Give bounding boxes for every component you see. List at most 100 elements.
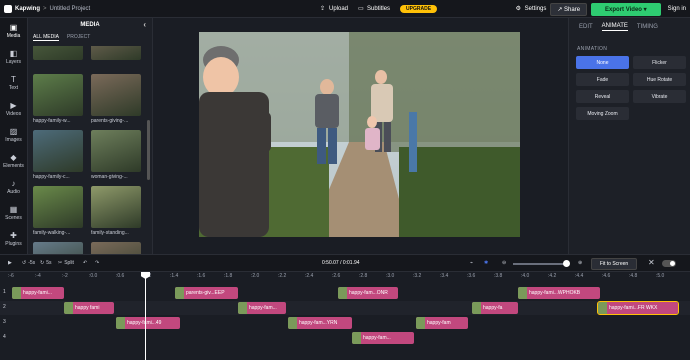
layers-icon: ◧ [9, 48, 18, 58]
media-grid: happy-family-w... parents-giving-... happy… [33, 46, 143, 260]
clip-thumbnail [288, 317, 297, 329]
animation-fade-button[interactable]: Fade [576, 73, 629, 86]
timeline-clip[interactable]: parents-giv...EEP [175, 287, 238, 299]
undo-icon[interactable]: ↶ [83, 260, 87, 266]
magnet-icon[interactable]: ✱ [484, 260, 488, 266]
timeline-clip[interactable]: happy fami [64, 302, 114, 314]
ruler-tick: :4.0 [521, 273, 530, 279]
rail-item-scenes[interactable]: ▦ Scenes [0, 200, 27, 226]
clip-label: happy fami [75, 305, 100, 311]
timeline-track: 3 happy-fami...49 happy-fam...YRN happy-fam [0, 316, 690, 330]
tab-timing[interactable]: TIMING [637, 24, 658, 30]
timeline-clip[interactable]: happy-fami...WPHOKB [518, 287, 600, 299]
brand-name[interactable]: Kapwing [15, 6, 40, 12]
timeline-clip[interactable]: happy-fam...YRN [288, 317, 352, 329]
ruler-tick: :2.8 [359, 273, 368, 279]
rail-item-text[interactable]: T Text [0, 70, 27, 96]
animation-flicker-button[interactable]: Flicker [633, 56, 686, 69]
media-thumbnail[interactable] [33, 46, 83, 62]
timeline-clip[interactable]: happy-fam [416, 317, 468, 329]
video-preview[interactable] [199, 32, 520, 237]
animation-hue-rotate-button[interactable]: Hue Rotate [633, 73, 686, 86]
timeline-toggle[interactable] [662, 260, 676, 267]
properties-tabs: EDIT ANIMATE TIMING [569, 18, 690, 36]
fit-to-screen-button[interactable]: Fit to Screen [591, 258, 637, 270]
tab-project[interactable]: PROJECT [67, 34, 90, 40]
ruler-tick: :1.4 [170, 273, 179, 279]
settings-button[interactable]: ⚙ Settings [516, 6, 547, 12]
clip-thumbnail [64, 302, 73, 314]
split-button[interactable]: ✂ Split [58, 260, 74, 266]
zoom-slider-track[interactable] [513, 263, 569, 265]
zoom-out-icon[interactable]: ⊖ [502, 260, 506, 266]
tab-animate[interactable]: ANIMATE [601, 23, 628, 31]
clip-thumbnail [352, 332, 361, 344]
media-icon: ▣ [9, 22, 18, 32]
rail-item-media[interactable]: ▣ Media [0, 18, 27, 44]
animation-none-button[interactable]: None [576, 56, 629, 69]
rail-item-plugins[interactable]: ✚ Plugins [0, 226, 27, 252]
media-thumbnail[interactable]: happy-family-c... [33, 130, 83, 180]
play-icon[interactable]: ▶ [8, 260, 12, 266]
rail-item-elements[interactable]: ◆ Elements [0, 148, 27, 174]
zoom-slider-handle[interactable] [563, 260, 570, 267]
timeline-clip[interactable]: happy-fa [472, 302, 518, 314]
timeline-ruler[interactable]: :-6:-4:-2:0.0:0.6:1.2:1.4:1.6:1.8:2.0:2.… [0, 272, 690, 282]
media-thumbnail[interactable]: family-walking-... [33, 186, 83, 236]
media-thumbnail[interactable]: family-standing... [91, 186, 141, 236]
timeline-clip[interactable]: happy-fami...49 [116, 317, 180, 329]
upgrade-button[interactable]: UPGRADE [400, 5, 438, 13]
rail-item-layers[interactable]: ◧ Layers [0, 44, 27, 70]
ruler-tick: :2.4 [305, 273, 314, 279]
close-icon[interactable]: ✕ [648, 258, 655, 267]
rail-item-images[interactable]: ▨ Images [0, 122, 27, 148]
project-title[interactable]: Untitled Project [50, 6, 91, 12]
thumbnail-label: family-walking-... [33, 230, 71, 236]
timeline-track: 1 happy-fami... parents-giv...EEP happy-fam… [0, 286, 690, 300]
back-5s-button[interactable]: ↺ -5s [22, 260, 35, 266]
thumbnail-image [91, 186, 141, 228]
playhead-line[interactable] [145, 272, 146, 360]
share-button[interactable]: ↗ Share [550, 2, 588, 16]
animation-vibrate-button[interactable]: Vibrate [633, 90, 686, 103]
chevron-left-icon[interactable]: ‹ [143, 20, 146, 29]
media-thumbnail[interactable]: woman-giving-... [91, 130, 141, 180]
forward-5s-button[interactable]: ↻ 5s [40, 260, 51, 266]
rail-item-videos[interactable]: ▶ Videos [0, 96, 27, 122]
media-thumbnail[interactable] [91, 46, 141, 62]
export-video-button[interactable]: Export Video ▾ [591, 2, 661, 16]
rail-label-scenes: Scenes [5, 214, 22, 221]
ruler-tick: :2.0 [251, 273, 260, 279]
rail-item-audio[interactable]: ♪ Audio [0, 174, 27, 200]
export-label: Export Video [605, 6, 642, 13]
properties-panel: EDIT ANIMATE TIMING ANIMATION None Flick… [568, 18, 690, 254]
zoom-in-icon[interactable]: ⊕ [578, 260, 582, 266]
waveform-icon[interactable]: ⌁ [470, 260, 473, 266]
thumbnail-image [33, 130, 83, 172]
editor-app: Kapwing > Untitled Project ⇪ Upload ▭ Su… [0, 0, 690, 360]
thumbnail-label: happy-family-w... [33, 118, 71, 124]
animation-reveal-button[interactable]: Reveal [576, 90, 629, 103]
timeline-clip[interactable]: happy-fami... [12, 287, 64, 299]
timeline-clip[interactable]: happy-fam... [352, 332, 414, 344]
thumbnail-label: family-standing... [91, 230, 129, 236]
forward-icon: ↻ [40, 260, 45, 266]
split-icon: ✂ [58, 260, 63, 266]
media-thumbnail[interactable]: parents-giving-... [91, 74, 141, 124]
media-thumbnail[interactable]: happy-family-w... [33, 74, 83, 124]
animation-section-title: ANIMATION [577, 46, 608, 52]
subtitles-button[interactable]: ▭ Subtitles [358, 6, 390, 12]
timeline-clip[interactable]: happy-fam... [238, 302, 286, 314]
kapwing-logo-icon[interactable] [4, 4, 12, 13]
ruler-tick: :3.2 [413, 273, 422, 279]
redo-icon[interactable]: ↷ [95, 260, 99, 266]
timeline-track: 4 happy-fam... [0, 331, 690, 345]
sign-in-link[interactable]: Sign in [665, 6, 686, 12]
timeline-clip[interactable]: happy-fami...FR WKX [597, 301, 679, 315]
animation-moving-zoom-button[interactable]: Moving Zoom [576, 107, 629, 120]
tab-edit[interactable]: EDIT [579, 24, 593, 30]
media-scrollbar[interactable] [147, 120, 150, 180]
tab-all-media[interactable]: ALL MEDIA [33, 34, 59, 41]
upload-button[interactable]: ⇪ Upload [320, 6, 348, 12]
timeline-clip[interactable]: happy-fam...ONR [338, 287, 398, 299]
